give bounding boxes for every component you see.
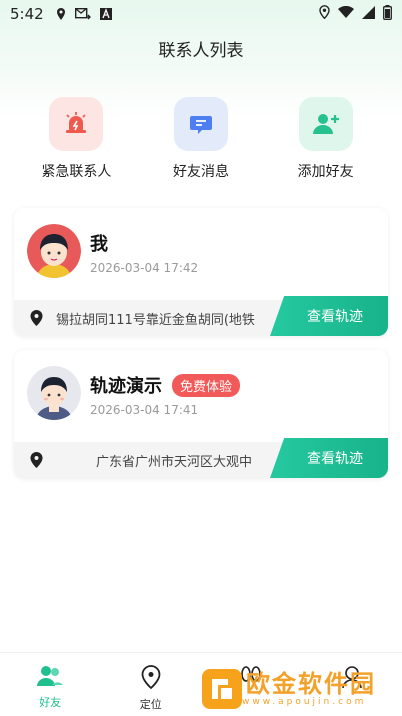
- emergency-contacts-label: 紧急联系人: [41, 164, 112, 180]
- signal-icon: [362, 5, 375, 23]
- view-track-button[interactable]: 查看轨迹: [270, 296, 388, 336]
- add-user-icon: [298, 97, 353, 151]
- avatar: [27, 366, 81, 420]
- mail-forward-icon: [74, 8, 91, 20]
- font-app-icon: [99, 8, 112, 20]
- location-pin-icon: [30, 452, 46, 468]
- free-trial-badge: 免费体验: [172, 373, 241, 397]
- watermark-logo-icon: [202, 669, 242, 709]
- page-title: 联系人列表: [158, 41, 244, 61]
- location-icon: [141, 665, 161, 693]
- watermark-text-block: 欧金软件园 www.apoujin.com: [242, 671, 376, 707]
- contact-address: 广东省广州市天河区大观中: [96, 454, 253, 470]
- quick-actions: 紧急联系人 好友消息 添加好友: [0, 97, 402, 181]
- location-status-icon: [56, 8, 66, 20]
- alarm-icon: [49, 97, 104, 151]
- contact-timestamp: 2026-03-04 17:42: [90, 261, 199, 275]
- status-bar: 5:42: [0, 0, 402, 28]
- battery-icon: [383, 4, 392, 24]
- location-pin-icon: [30, 310, 46, 326]
- contact-card[interactable]: 我 2026-03-04 17:42 锡拉胡同111号靠近金鱼胡同(地铁 查看轨…: [14, 208, 388, 336]
- friend-messages-button[interactable]: 好友消息: [146, 97, 256, 181]
- gps-icon: [319, 5, 330, 23]
- add-friend-button[interactable]: 添加好友: [271, 97, 381, 181]
- emergency-contacts-button[interactable]: 紧急联系人: [21, 97, 131, 181]
- contact-name-row: 我: [90, 230, 108, 256]
- contact-name: 我: [90, 234, 108, 255]
- view-track-button[interactable]: 查看轨迹: [270, 438, 388, 478]
- contact-name: 轨迹演示: [90, 376, 162, 397]
- message-icon: [173, 97, 228, 151]
- contact-timestamp: 2026-03-04 17:41: [90, 403, 199, 417]
- contact-name-row: 轨迹演示 免费体验: [90, 372, 241, 398]
- watermark-url: www.apoujin.com: [242, 697, 367, 707]
- watermark-text: 欧金软件园: [246, 670, 376, 698]
- tab-location[interactable]: 定位: [101, 653, 202, 716]
- friends-icon: [37, 665, 64, 691]
- contact-address: 锡拉胡同111号靠近金鱼胡同(地铁: [56, 312, 255, 328]
- status-time: 5:42: [10, 5, 44, 23]
- add-friend-label: 添加好友: [297, 164, 354, 180]
- tab-friends[interactable]: 好友: [0, 653, 101, 716]
- wifi-icon: [338, 5, 354, 23]
- avatar: [27, 224, 81, 278]
- contact-card[interactable]: 轨迹演示 免费体验 2026-03-04 17:41 广东省广州市天河区大观中 …: [14, 350, 388, 478]
- friend-messages-label: 好友消息: [172, 164, 229, 180]
- watermark: 欧金软件园 www.apoujin.com: [202, 666, 400, 712]
- tab-friends-label: 好友: [39, 696, 62, 709]
- tab-location-label: 定位: [139, 698, 162, 711]
